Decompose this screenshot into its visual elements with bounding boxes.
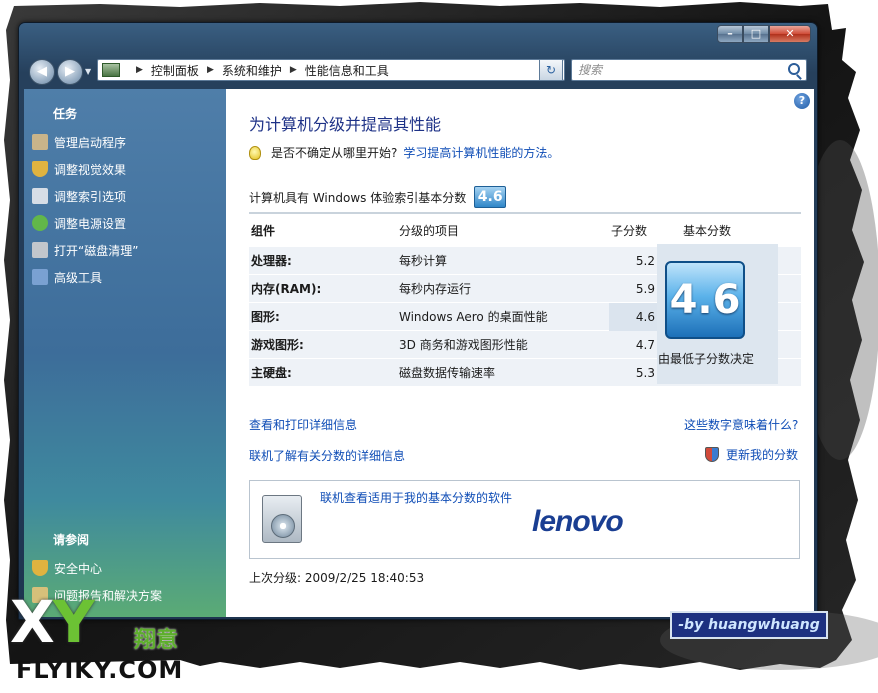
task-power-settings[interactable]: 调整电源设置: [32, 214, 126, 232]
rated-item: 3D 商务和游戏图形性能: [399, 338, 528, 352]
explorer-window: – □ ✕ ◀ ▶ ▼ ▶ 控制面板 ▶ 系统和维护 ▶ 性能信息和工具 ▼ ↻…: [18, 22, 818, 620]
component-name: 处理器:: [251, 254, 292, 268]
see-also-heading: 请参阅: [53, 533, 90, 547]
subscore: 5.9: [635, 281, 655, 296]
control-panel-icon: [102, 63, 120, 77]
uac-shield-icon: [705, 447, 719, 462]
hint-text: 是否不确定从哪里开始?: [271, 146, 398, 160]
task-label: 调整电源设置: [54, 216, 127, 231]
task-pane: 任务 管理启动程序 调整视觉效果 调整索引选项 调整电源设置 打开“磁盘清理” …: [24, 89, 226, 617]
indexing-icon: [32, 188, 48, 204]
component-name: 内存(RAM):: [251, 282, 322, 296]
close-button[interactable]: ✕: [769, 25, 811, 43]
breadcrumb-performance-info[interactable]: 性能信息和工具: [305, 62, 389, 79]
task-label: 高级工具: [54, 270, 103, 285]
forward-button[interactable]: ▶: [57, 59, 83, 85]
help-icon[interactable]: ?: [794, 93, 810, 109]
task-advanced-tools[interactable]: 高级工具: [32, 268, 102, 286]
lightbulb-icon: [249, 145, 261, 160]
tools-icon: [32, 269, 48, 285]
subscore: 5.2: [635, 253, 655, 268]
component-name: 游戏图形:: [251, 338, 304, 352]
learn-online-link[interactable]: 联机了解有关分数的详细信息: [249, 447, 405, 464]
rated-item: Windows Aero 的桌面性能: [399, 310, 548, 324]
watermark-site: FLYIKY.COM: [16, 656, 184, 684]
view-software-link[interactable]: 联机查看适用于我的基本分数的软件: [320, 489, 512, 506]
maximize-button[interactable]: □: [743, 25, 769, 43]
search-icon[interactable]: [788, 63, 800, 75]
score-label: 计算机具有 Windows 体验索引基本分数: [249, 190, 467, 205]
back-button[interactable]: ◀: [29, 59, 55, 85]
page-title: 为计算机分级并提高其性能: [249, 115, 442, 134]
base-score-badge: 4.6: [665, 261, 745, 339]
power-icon: [32, 215, 48, 231]
see-also-security-center[interactable]: 安全中心: [32, 559, 102, 577]
rated-item: 每秒计算: [399, 254, 448, 268]
task-label: 调整视觉效果: [54, 162, 127, 177]
last-rating-timestamp: 上次分级: 2009/2/25 18:40:53: [249, 571, 425, 585]
column-header-base-score: 基本分数: [683, 223, 732, 238]
search-input[interactable]: 搜索: [571, 59, 807, 81]
improve-performance-link[interactable]: 学习提高计算机性能的方法。: [403, 144, 559, 161]
breadcrumb-chevron-icon[interactable]: ▶: [290, 65, 297, 75]
watermark-chinese: 翔意: [134, 628, 179, 653]
column-header-subscore: 子分数: [611, 223, 648, 238]
component-name: 图形:: [251, 310, 280, 324]
rated-item: 磁盘数据传输速率: [399, 366, 496, 380]
tasks-heading: 任务: [53, 107, 78, 121]
task-label: 打开“磁盘清理”: [54, 243, 139, 258]
update-score-link[interactable]: 更新我的分数: [705, 446, 798, 463]
column-header-rated-item: 分级的项目: [399, 223, 460, 238]
column-header-component: 组件: [251, 223, 276, 238]
task-indexing-options[interactable]: 调整索引选项: [32, 187, 126, 205]
see-also-label: 安全中心: [54, 561, 103, 576]
score-summary: 计算机具有 Windows 体验索引基本分数 4.6: [249, 186, 507, 208]
base-score-badge-small: 4.6: [474, 186, 507, 208]
hint-row: 是否不确定从哪里开始? 学习提高计算机性能的方法。: [249, 144, 559, 161]
watermark-x: X: [10, 588, 55, 656]
disk-cleanup-icon: [32, 242, 48, 258]
recent-pages-dropdown-icon[interactable]: ▼: [85, 67, 91, 76]
main-content: ? 为计算机分级并提高其性能 是否不确定从哪里开始? 学习提高计算机性能的方法。…: [226, 89, 814, 617]
search-placeholder: 搜索: [578, 63, 603, 77]
subscore: 5.3: [635, 365, 655, 380]
refresh-icon: ↻: [545, 63, 557, 77]
breadcrumb-control-panel[interactable]: 控制面板: [151, 62, 199, 79]
lenovo-logo[interactable]: lenovo: [532, 505, 624, 539]
rated-item: 每秒内存运行: [399, 282, 472, 296]
breadcrumb-system-maintenance[interactable]: 系统和维护: [222, 62, 282, 79]
startup-programs-icon: [32, 134, 48, 150]
breadcrumb-chevron-icon[interactable]: ▶: [207, 65, 214, 75]
software-box-icon: [262, 495, 302, 543]
watermark-logo: XY: [10, 588, 95, 656]
component-name: 主硬盘:: [251, 366, 292, 380]
forward-arrow-icon: ▶: [65, 64, 75, 79]
task-label: 调整索引选项: [54, 189, 127, 204]
update-score-label: 更新我的分数: [726, 448, 799, 462]
back-arrow-icon: ◀: [37, 64, 47, 79]
minimize-button[interactable]: –: [717, 25, 743, 43]
software-promo-box: 联机查看适用于我的基本分数的软件 lenovo: [249, 480, 800, 559]
task-visual-effects[interactable]: 调整视觉效果: [32, 160, 126, 178]
address-bar[interactable]: ▶ 控制面板 ▶ 系统和维护 ▶ 性能信息和工具 ▼: [97, 59, 565, 81]
security-center-icon: [32, 560, 48, 576]
base-score-caption: 由最低子分数决定: [657, 352, 754, 366]
subscore: 4.7: [635, 337, 655, 352]
shield-icon: [32, 161, 48, 177]
table-header: 组件 分级的项目 子分数 基本分数: [249, 214, 801, 246]
task-manage-startup[interactable]: 管理启动程序: [32, 133, 126, 151]
watermark-y: Y: [52, 588, 95, 656]
task-label: 管理启动程序: [54, 135, 127, 150]
base-score-panel: 4.6 由最低子分数决定: [657, 244, 778, 384]
print-details-link[interactable]: 查看和打印详细信息: [249, 416, 357, 433]
caption-buttons: – □ ✕: [717, 25, 811, 43]
watermark-author: -by huangwhuang: [670, 611, 828, 639]
task-disk-cleanup[interactable]: 打开“磁盘清理”: [32, 241, 138, 259]
breadcrumb-chevron-icon[interactable]: ▶: [136, 65, 143, 75]
what-numbers-mean-link[interactable]: 这些数字意味着什么?: [684, 416, 798, 433]
subscore: 4.6: [609, 302, 657, 331]
refresh-button[interactable]: ↻: [539, 59, 563, 81]
